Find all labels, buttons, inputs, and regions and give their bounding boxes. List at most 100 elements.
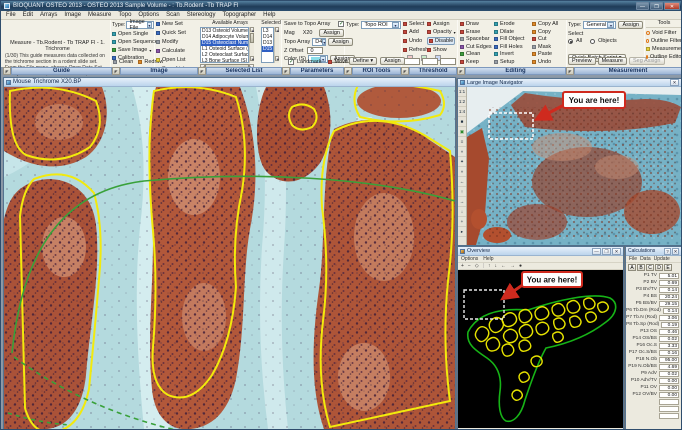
copy-all-button[interactable]: Copy All xyxy=(532,21,564,27)
threshold-undo-button[interactable]: Undo xyxy=(403,37,427,45)
histology-image-canvas[interactable] xyxy=(4,87,455,429)
calculations-titlebar[interactable]: Calculations ? ✕ xyxy=(626,247,681,256)
open-list-button[interactable]: Open List xyxy=(156,57,199,63)
scroll-down-icon[interactable]: ▼ xyxy=(275,56,279,61)
measurement-tool-button[interactable]: Measurement xyxy=(646,46,682,52)
nav-full-view-icon[interactable]: ■ xyxy=(458,117,466,127)
nav-region-view-icon[interactable]: ▣ xyxy=(458,127,466,137)
section-measurement[interactable]: ◤Measurement xyxy=(566,67,682,75)
save-image-button[interactable]: Save Image▾ xyxy=(112,47,154,53)
tab-a[interactable]: A xyxy=(628,264,636,271)
menu-topo[interactable]: Topo xyxy=(118,12,131,18)
nav-fast-right-icon[interactable]: » xyxy=(458,167,466,177)
fill-holes-button[interactable]: Fill Holes xyxy=(494,44,532,50)
preview-button[interactable]: Preview xyxy=(568,57,596,65)
define-button[interactable]: Define ▾ xyxy=(349,57,377,65)
menu-stereology[interactable]: Stereology xyxy=(187,12,216,18)
void-filter-button[interactable]: Void Filter xyxy=(646,30,682,36)
close-button[interactable]: ✕ xyxy=(664,2,680,10)
erode-button[interactable]: Erode xyxy=(494,21,532,27)
selected-items-list[interactable]: L3 D14 D13 D15 xyxy=(261,27,274,63)
image-type-select[interactable]: Image File▾ xyxy=(126,21,154,29)
undo-edit-button[interactable]: Undo xyxy=(532,59,564,65)
section-threshold[interactable]: ◤Threshold xyxy=(401,67,457,75)
menu-file[interactable]: File xyxy=(6,12,16,18)
roi-assign-button[interactable]: Assign xyxy=(380,57,405,65)
available-arrays-scrollbar[interactable]: ▲ ▼ xyxy=(249,27,254,63)
overview-maximize-icon[interactable]: ❐ xyxy=(602,248,611,255)
open-single-button[interactable]: Open Single xyxy=(112,31,154,37)
radio-all[interactable] xyxy=(568,39,573,44)
scroll-down-icon[interactable]: ▼ xyxy=(250,56,254,61)
topo-array-select[interactable]: D4▾ xyxy=(312,38,326,46)
menu-image[interactable]: Image xyxy=(64,12,81,18)
measure-assign-button[interactable]: Assign xyxy=(618,21,643,29)
scroll-up-icon[interactable]: ▲ xyxy=(250,27,254,32)
nav-zoom-in-icon[interactable]: + xyxy=(458,217,466,227)
image-window-titlebar[interactable]: Mouse Trichrome X20.BP xyxy=(4,78,455,87)
menu-edit[interactable]: Edit xyxy=(23,12,33,18)
minimize-button[interactable]: — xyxy=(636,2,649,10)
calc-menu-data[interactable]: Data xyxy=(640,256,651,262)
tab-b[interactable]: B xyxy=(637,264,645,271)
threshold-field-2[interactable] xyxy=(422,58,438,65)
spacebar-button[interactable]: Spacebar xyxy=(460,36,494,42)
menu-scan[interactable]: Scan xyxy=(166,12,180,18)
nav-fast-left-icon[interactable]: « xyxy=(458,147,466,157)
quick-set-button[interactable]: Quick Set xyxy=(156,30,199,36)
calc-menu-file[interactable]: File xyxy=(629,256,637,262)
cut-button[interactable]: Cut xyxy=(532,36,564,42)
overview-canvas[interactable]: You are here! xyxy=(458,270,623,428)
z-offset-field[interactable]: 0 xyxy=(307,47,323,54)
draw-button[interactable]: Draw xyxy=(460,21,494,27)
nav-step-icon[interactable]: ▸ xyxy=(458,227,466,237)
clean-button[interactable]: Clean xyxy=(113,59,133,65)
invert-button[interactable]: Invert xyxy=(494,51,532,57)
save-to-topo-checkbox[interactable]: ✓ xyxy=(338,21,344,27)
overview-point-icon[interactable]: ● xyxy=(519,263,522,269)
calc-menu-update[interactable]: Update xyxy=(654,256,670,262)
tab-c[interactable]: C xyxy=(646,264,654,271)
scroll-up-icon[interactable]: ▲ xyxy=(275,27,279,32)
threshold-show-button[interactable]: Show xyxy=(427,47,455,53)
mask-button[interactable]: Mask xyxy=(532,44,564,50)
measure-type-select[interactable]: General▾ xyxy=(583,21,616,29)
modify-button[interactable]: Modify xyxy=(156,39,199,45)
overview-menu-help[interactable]: Help xyxy=(483,256,493,262)
open-sequence-button[interactable]: Open Sequence xyxy=(112,39,154,45)
overview-menu-options[interactable]: Options xyxy=(461,256,478,262)
keep-button[interactable]: Keep xyxy=(460,59,494,65)
available-arrays-list[interactable]: D13 Osteoid Volume (D) D14 Adipocyte Vol… xyxy=(200,27,249,63)
landmark-checkbox[interactable]: ✓ xyxy=(288,59,294,65)
overview-minimize-icon[interactable]: — xyxy=(592,248,601,255)
threshold-refresh-button[interactable]: Refresh xyxy=(403,47,427,53)
section-image[interactable]: ◤Image xyxy=(112,67,198,75)
section-roi-tools[interactable]: ◤ROI Tools xyxy=(344,67,401,75)
threshold-field-3[interactable] xyxy=(440,58,456,65)
menu-arrays[interactable]: Arrays xyxy=(40,12,57,18)
nav-pan-right-icon[interactable]: → xyxy=(458,197,466,207)
threshold-add-button[interactable]: Add xyxy=(403,29,427,35)
maximize-button[interactable]: ❐ xyxy=(650,2,663,10)
setup-button[interactable]: Setup xyxy=(494,59,532,65)
tab-e[interactable]: E xyxy=(664,264,672,271)
overview-down-icon[interactable]: ↓ xyxy=(495,263,498,269)
nav-zoom-1-1-icon[interactable]: 1:1 xyxy=(458,87,466,97)
menu-measure[interactable]: Measure xyxy=(88,12,111,18)
threshold-assign-button[interactable]: Assign xyxy=(427,21,455,27)
nav-pan-left-icon[interactable]: ← xyxy=(458,177,466,187)
navigator-image[interactable]: You are here! xyxy=(467,87,681,245)
nav-pan-up-icon[interactable]: ↑ xyxy=(458,187,466,197)
threshold-disable-button[interactable]: Disable xyxy=(427,37,455,45)
copy-button[interactable]: Copy xyxy=(532,29,564,35)
overview-zoom-out-icon[interactable]: − xyxy=(468,263,471,269)
calculations-help-icon[interactable]: ? xyxy=(664,248,671,255)
threshold-select-button[interactable]: Select xyxy=(403,21,427,27)
section-editing[interactable]: ◤Editing xyxy=(457,67,566,75)
overview-center-icon[interactable]: ◇ xyxy=(475,263,479,269)
erase-button[interactable]: Erase xyxy=(460,29,494,35)
move-button[interactable]: Move xyxy=(328,59,347,65)
dilate-button[interactable]: Dilate xyxy=(494,29,532,35)
nav-zoom-1-4-icon[interactable]: 1:4 xyxy=(458,107,466,117)
nav-pan-down-icon[interactable]: ↓ xyxy=(458,207,466,217)
